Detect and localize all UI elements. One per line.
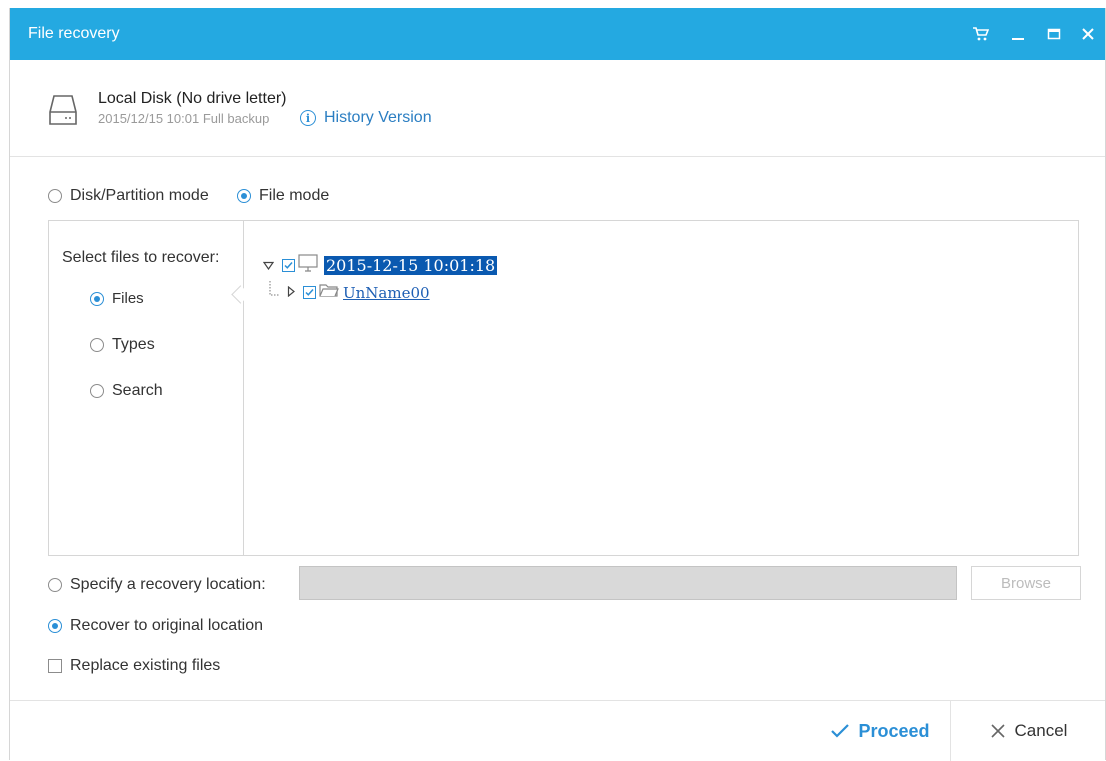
types-option-label: Types	[112, 336, 155, 353]
file-recovery-window: File recovery Local Disk (No drive lette…	[9, 8, 1106, 761]
browse-button[interactable]: Browse	[971, 566, 1081, 600]
types-option-radio[interactable]: Types	[90, 336, 155, 354]
files-option-radio[interactable]: Files	[90, 290, 144, 307]
file-mode-label: File mode	[259, 187, 330, 204]
root-checkbox[interactable]	[282, 259, 295, 272]
radio-indicator	[48, 578, 62, 592]
recovery-location-input[interactable]	[299, 566, 957, 600]
file-selection-panel: Select files to recover: Files Types Sea…	[48, 220, 1079, 556]
select-files-caption: Select files to recover:	[62, 249, 220, 266]
cancel-label: Cancel	[1014, 721, 1068, 740]
files-option-label: Files	[112, 290, 144, 307]
tree-root-node[interactable]: 2015-12-15 10:01:18	[262, 254, 498, 277]
tree-child-node[interactable]: UnName00	[267, 281, 430, 304]
cancel-button[interactable]: Cancel	[951, 701, 1106, 761]
radio-indicator	[90, 338, 104, 352]
info-icon: i	[300, 110, 316, 126]
radio-indicator	[90, 291, 104, 306]
child-checkbox[interactable]	[303, 286, 316, 299]
file-tree: 2015-12-15 10:01:18 UnName00	[245, 221, 1078, 555]
radio-indicator	[48, 619, 62, 633]
radio-indicator	[237, 189, 251, 203]
maximize-icon[interactable]	[1042, 22, 1066, 46]
original-location-label: Recover to original location	[70, 617, 263, 634]
checkmark-icon	[831, 724, 850, 738]
child-node-label[interactable]: UnName00	[343, 284, 430, 302]
collapse-triangle-icon[interactable]	[262, 257, 275, 275]
proceed-button[interactable]: Proceed	[810, 701, 950, 761]
root-node-label[interactable]: 2015-12-15 10:01:18	[324, 256, 498, 275]
expand-triangle-icon[interactable]	[287, 284, 295, 302]
history-version-label: History Version	[324, 109, 432, 126]
replace-existing-checkbox[interactable]: Replace existing files	[48, 657, 220, 675]
close-icon[interactable]	[1076, 22, 1100, 46]
minimize-icon[interactable]	[1006, 22, 1030, 46]
search-option-label: Search	[112, 382, 163, 399]
cancel-x-icon	[990, 724, 1005, 738]
file-mode-radio[interactable]: File mode	[237, 187, 329, 205]
replace-existing-label: Replace existing files	[70, 657, 221, 674]
checkbox-indicator	[48, 659, 62, 673]
window-title: File recovery	[28, 25, 120, 42]
footer-bar: Proceed Cancel	[10, 700, 1105, 761]
disk-partition-mode-radio[interactable]: Disk/Partition mode	[48, 187, 209, 205]
specify-location-label: Specify a recovery location:	[70, 576, 266, 593]
proceed-label: Proceed	[858, 720, 930, 741]
cart-icon[interactable]	[968, 22, 992, 46]
title-bar: File recovery	[10, 8, 1105, 60]
tree-connector	[267, 281, 281, 304]
hard-disk-icon	[48, 93, 78, 132]
disk-partition-mode-label: Disk/Partition mode	[70, 187, 209, 204]
specify-location-radio[interactable]: Specify a recovery location:	[48, 576, 266, 594]
radio-indicator	[48, 189, 62, 203]
history-version-link[interactable]: i History Version	[300, 109, 432, 127]
backup-info: 2015/12/15 10:01 Full backup	[98, 111, 270, 126]
source-disk-name: Local Disk (No drive letter)	[98, 90, 287, 107]
source-header: Local Disk (No drive letter) 2015/12/15 …	[10, 60, 1105, 157]
original-location-radio[interactable]: Recover to original location	[48, 617, 263, 635]
computer-icon	[298, 254, 318, 277]
selection-method-column: Select files to recover: Files Types Sea…	[49, 221, 244, 555]
search-option-radio[interactable]: Search	[90, 382, 163, 400]
folder-icon	[319, 282, 339, 303]
radio-indicator	[90, 384, 104, 398]
